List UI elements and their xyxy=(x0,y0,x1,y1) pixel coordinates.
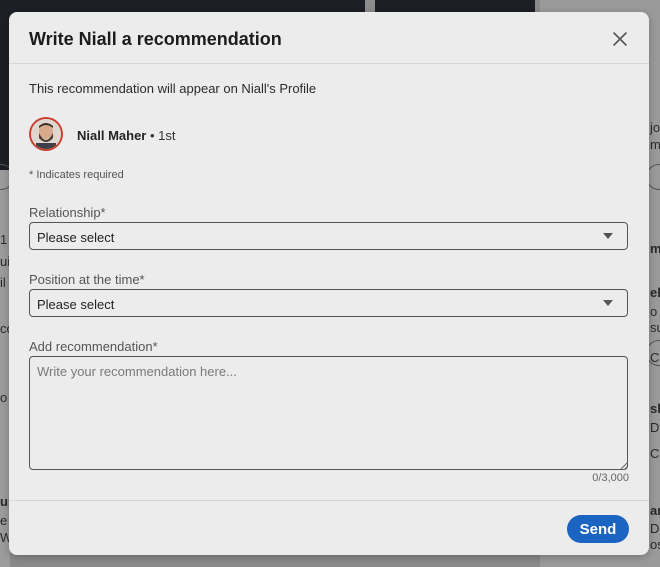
dialog-body: This recommendation will appear on Niall… xyxy=(9,64,649,500)
background-text: ek xyxy=(650,285,660,300)
position-select-value: Please select xyxy=(37,297,115,312)
chevron-down-icon xyxy=(603,233,613,239)
resize-grip-icon[interactable] xyxy=(620,461,628,469)
relationship-select-value: Please select xyxy=(37,230,115,245)
background-text: D xyxy=(650,420,660,435)
dialog-footer: Send xyxy=(9,500,649,555)
background-text: m xyxy=(650,137,660,152)
background-text: o xyxy=(0,390,8,405)
required-note: * Indicates required xyxy=(29,169,124,181)
position-label: Position at the time* xyxy=(29,272,145,287)
background-text: ar xyxy=(650,503,660,518)
chevron-down-icon xyxy=(603,300,613,306)
background-text: o xyxy=(650,304,658,319)
background-text: D xyxy=(650,521,660,536)
relationship-label: Relationship* xyxy=(29,205,106,220)
avatar[interactable] xyxy=(29,117,63,151)
background-text: 1 xyxy=(0,232,8,247)
recipient-name[interactable]: Niall Maher • 1st xyxy=(77,128,175,143)
background-text: su xyxy=(650,320,660,335)
background-text: e xyxy=(0,513,8,528)
dialog-subtitle: This recommendation will appear on Niall… xyxy=(29,81,317,96)
close-button[interactable] xyxy=(607,26,633,52)
position-select[interactable]: Please select xyxy=(29,289,628,317)
background-text: il xyxy=(0,275,6,290)
dialog-header: Write Niall a recommendation xyxy=(9,12,649,64)
background-text: jo xyxy=(650,120,660,135)
background-text: os xyxy=(650,537,660,552)
connection-degree: • 1st xyxy=(146,128,176,143)
recommendation-label: Add recommendation* xyxy=(29,339,158,354)
character-count: 0/3,000 xyxy=(592,472,629,484)
background-text: C xyxy=(650,446,660,461)
person-icon xyxy=(31,119,61,149)
recipient-name-text: Niall Maher xyxy=(77,128,147,143)
recommendation-textarea[interactable] xyxy=(29,356,628,470)
background-text: sh xyxy=(650,401,660,416)
recommendation-dialog: Write Niall a recommendation This recomm… xyxy=(9,12,649,555)
dialog-title: Write Niall a recommendation xyxy=(29,29,282,49)
relationship-select[interactable]: Please select xyxy=(29,222,628,250)
background-text: m xyxy=(650,241,660,256)
avatar-photo xyxy=(31,119,61,149)
close-icon xyxy=(613,32,627,46)
send-button[interactable]: Send xyxy=(567,515,629,543)
